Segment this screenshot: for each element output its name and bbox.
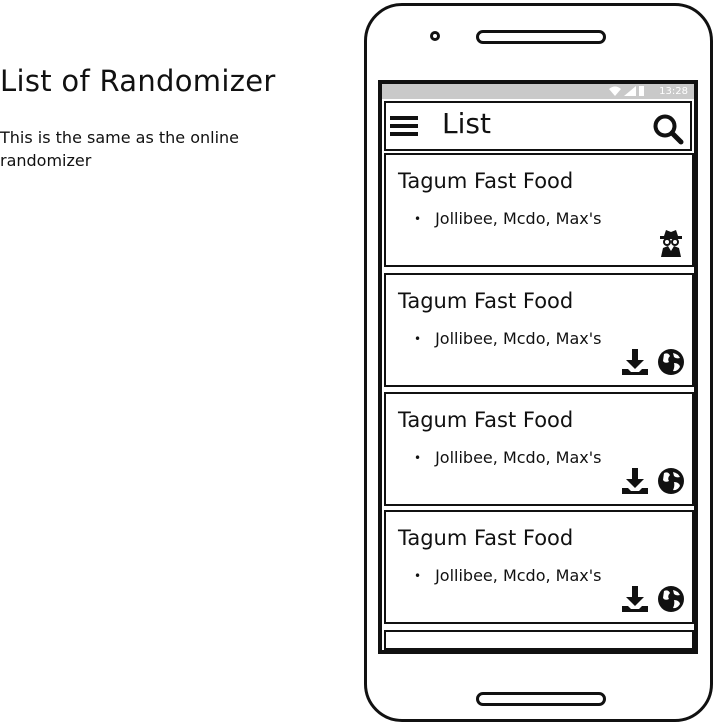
note-description: This is the same as the online randomize… [0, 128, 240, 170]
card-item-text: Jollibee, Mcdo, Max's [435, 566, 602, 585]
signal-icon [624, 86, 636, 96]
card-actions [620, 584, 686, 614]
card-list-item: • Jollibee, Mcdo, Max's [414, 209, 601, 228]
card-title: Tagum Fast Food [398, 289, 574, 313]
card-title: Tagum Fast Food [398, 526, 574, 550]
bullet-dot: • [414, 450, 422, 465]
status-icons [609, 86, 644, 96]
app-bar: List [384, 101, 692, 151]
search-icon[interactable] [652, 113, 684, 145]
list-card[interactable]: Tagum Fast Food • Jollibee, Mcdo, Max's [384, 273, 694, 387]
status-bar: 13:28 [382, 84, 694, 99]
download-icon[interactable] [620, 347, 650, 377]
card-actions [656, 227, 686, 257]
phone-frame: 13:28 List Tagum Fast Food • Jollibee, M… [364, 3, 713, 722]
note-title: List of Randomizer [0, 64, 276, 98]
wifi-icon [609, 86, 621, 96]
card-actions [620, 466, 686, 496]
bullet-dot: • [414, 211, 422, 226]
list-card-partial [384, 630, 694, 650]
card-title: Tagum Fast Food [398, 408, 574, 432]
card-actions [620, 347, 686, 377]
card-list-item: • Jollibee, Mcdo, Max's [414, 566, 601, 585]
card-list-item: • Jollibee, Mcdo, Max's [414, 448, 601, 467]
globe-icon[interactable] [656, 466, 686, 496]
list-card[interactable]: Tagum Fast Food • Jollibee, Mcdo, Max's [384, 153, 694, 267]
list-card[interactable]: Tagum Fast Food • Jollibee, Mcdo, Max's [384, 392, 694, 506]
card-item-text: Jollibee, Mcdo, Max's [435, 209, 602, 228]
card-list-item: • Jollibee, Mcdo, Max's [414, 329, 601, 348]
bullet-dot: • [414, 331, 422, 346]
globe-icon[interactable] [656, 584, 686, 614]
download-icon[interactable] [620, 584, 650, 614]
phone-screen: 13:28 List Tagum Fast Food • Jollibee, M… [378, 80, 698, 654]
card-title: Tagum Fast Food [398, 169, 574, 193]
hamburger-menu-icon[interactable] [390, 115, 418, 137]
camera-icon [430, 31, 440, 41]
speaker-slot [476, 30, 606, 44]
card-item-text: Jollibee, Mcdo, Max's [435, 329, 602, 348]
download-icon[interactable] [620, 466, 650, 496]
card-item-text: Jollibee, Mcdo, Max's [435, 448, 602, 467]
incognito-icon[interactable] [656, 227, 686, 257]
app-title: List [442, 107, 491, 140]
bullet-dot: • [414, 568, 422, 583]
home-button[interactable] [476, 692, 606, 706]
globe-icon[interactable] [656, 347, 686, 377]
status-time: 13:28 [659, 86, 688, 97]
battery-icon [639, 86, 644, 96]
list-card[interactable]: Tagum Fast Food • Jollibee, Mcdo, Max's [384, 510, 694, 624]
